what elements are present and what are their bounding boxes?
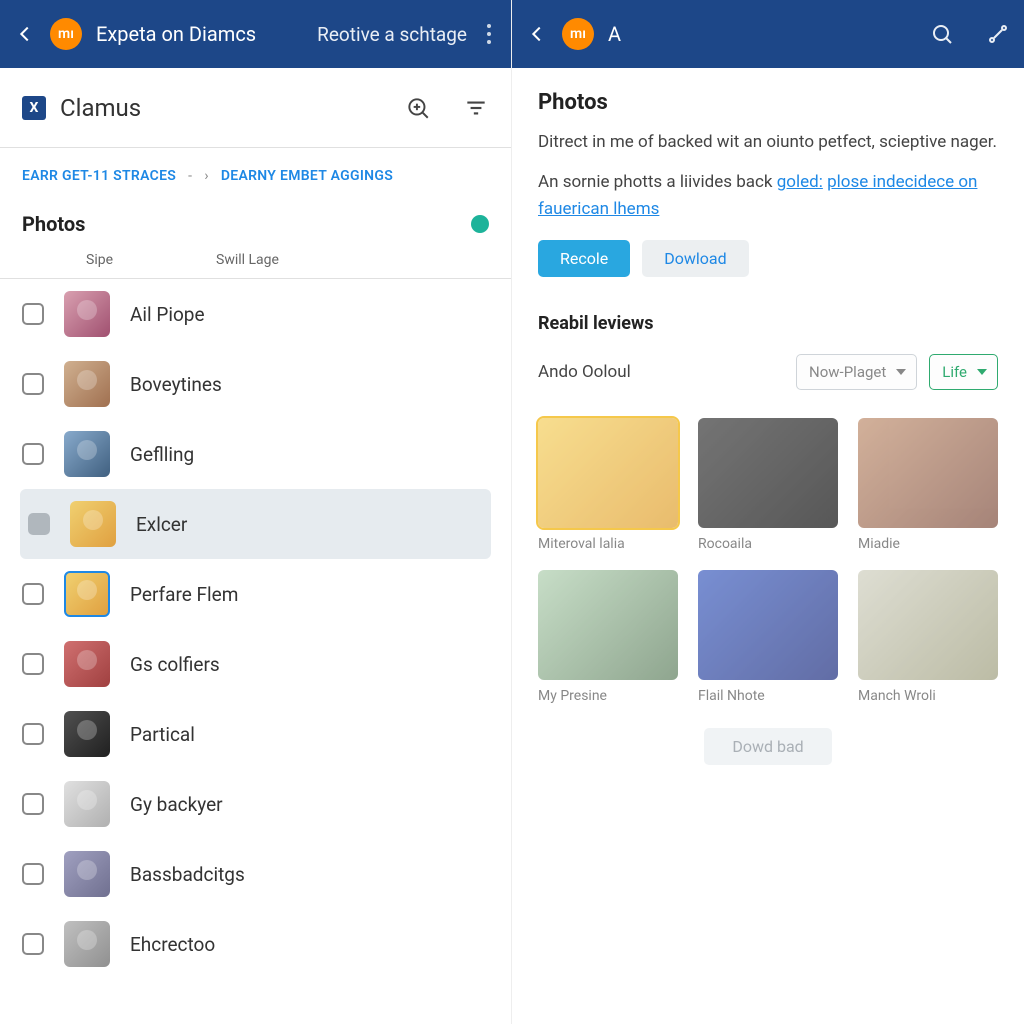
card-thumbnail [858,570,998,680]
user-name: Ando Ooloul [538,362,784,382]
card-thumbnail [698,570,838,680]
reviews-subtitle: Reabil leviews [538,313,998,334]
checkbox[interactable] [22,863,44,885]
checkbox[interactable] [22,303,44,325]
left-appbar-action[interactable]: Reotive a schtage [317,23,467,46]
list-item[interactable]: Bassbadcitgs [0,839,511,909]
filter-select[interactable]: Life [929,354,998,390]
left-appbar: mı Expeta on Diamcs Reotive a schtage [0,0,511,68]
checkbox[interactable] [22,793,44,815]
card-thumbnail [858,418,998,528]
photo-card[interactable]: Flail Nhote [698,570,838,704]
list-item[interactable]: Gy backyer [0,769,511,839]
sort-select[interactable]: Now-Plaget [796,354,917,390]
zoom-icon[interactable] [405,95,431,121]
photo-card[interactable]: Rocoaila [698,418,838,552]
right-appbar-title: A [608,22,621,46]
list-item-label: Bassbadcitgs [130,863,245,886]
right-appbar: mı A [512,0,1024,68]
breadcrumb-2[interactable]: DEARNY EMBET AGGINGS [221,168,393,184]
card-thumbnail [538,418,678,528]
card-label: Manch Wroli [858,688,998,704]
thumbnail [64,711,110,757]
list-item-label: Gy backyer [130,793,223,816]
checkbox[interactable] [22,653,44,675]
thumbnail [64,641,110,687]
download-all-button[interactable]: Dowd bad [704,728,831,765]
connect-icon[interactable] [986,22,1010,46]
list-item-label: Perfare Flem [130,583,238,606]
card-thumbnail [538,570,678,680]
status-dot-icon [471,215,489,233]
list-item-label: Boveytines [130,373,222,396]
photo-card[interactable]: My Presine [538,570,678,704]
recole-button[interactable]: Recole [538,240,630,277]
app-icon: X [22,96,46,120]
photo-card[interactable]: Manch Wroli [858,570,998,704]
list-item[interactable]: Geflling [0,419,511,489]
list-item[interactable]: Exlcer [20,489,491,559]
chevron-right-icon: › [204,168,209,184]
photo-card[interactable]: Miadie [858,418,998,552]
checkbox[interactable] [22,933,44,955]
list-item-label: Ehcrectoo [130,933,215,956]
list-item[interactable]: Boveytines [0,349,511,419]
back-icon[interactable] [14,23,36,45]
photo-card[interactable]: Miteroval lalia [538,418,678,552]
list-item-label: Gs colfiers [130,653,220,676]
thumbnail [64,781,110,827]
subbar-title: Clamus [60,94,373,122]
card-label: Flail Nhote [698,688,838,704]
col-header-1: Sipe [86,252,216,268]
list-item[interactable]: Ehcrectoo [0,909,511,979]
checkbox[interactable] [22,723,44,745]
back-icon[interactable] [526,23,548,45]
search-icon[interactable] [930,22,954,46]
checkbox[interactable] [22,373,44,395]
list-item[interactable]: Ail Piope [0,279,511,349]
list-item-label: Geflling [130,443,194,466]
thumbnail [64,291,110,337]
list-item-label: Partical [130,723,195,746]
list-item-label: Ail Piope [130,303,205,326]
section-title: Photos [22,212,471,236]
desc2-prefix: An sornie photts a liivides back [538,172,777,192]
description-text-2: An sornie photts a liivides back goled: … [538,169,998,222]
checkbox[interactable] [22,443,44,465]
card-label: Rocoaila [698,536,838,552]
mi-logo-icon: mı [50,18,82,50]
thumbnail [64,431,110,477]
card-label: My Presine [538,688,678,704]
link-goled[interactable]: goled: [777,172,823,192]
photo-list: Ail Piope Boveytines Geflling Exlcer Per… [0,279,511,1024]
card-thumbnail [698,418,838,528]
download-button[interactable]: Dowload [642,240,748,277]
mi-logo-icon: mı [562,18,594,50]
page-title: Photos [538,90,998,115]
subbar: X Clamus [0,68,511,148]
description-text: Ditrect in me of backed wit an oiunto pe… [538,129,998,155]
thumbnail [64,921,110,967]
list-item-label: Exlcer [136,513,187,536]
breadcrumb: EARR GET-11 STRACES - › DEARNY EMBET AGG… [0,148,511,204]
list-item[interactable]: Gs colfiers [0,629,511,699]
list-item[interactable]: Partical [0,699,511,769]
left-appbar-title: Expeta on Diamcs [96,22,256,46]
col-header-2: Swill Lage [216,252,279,268]
breadcrumb-1[interactable]: EARR GET-11 STRACES [22,168,176,184]
thumbnail [64,851,110,897]
filter-icon[interactable] [463,95,489,121]
list-item[interactable]: Perfare Flem [0,559,511,629]
more-menu-icon[interactable] [481,18,497,50]
checkbox[interactable] [22,583,44,605]
card-label: Miteroval lalia [538,536,678,552]
chevron-right-icon: - [188,168,192,184]
thumbnail [64,571,110,617]
card-label: Miadie [858,536,998,552]
thumbnail [64,361,110,407]
photo-grid: Miteroval lalia Rocoaila Miadie My Presi… [538,418,998,704]
checkbox[interactable] [28,513,50,535]
thumbnail [70,501,116,547]
column-headers: Sipe Swill Lage [0,242,511,279]
